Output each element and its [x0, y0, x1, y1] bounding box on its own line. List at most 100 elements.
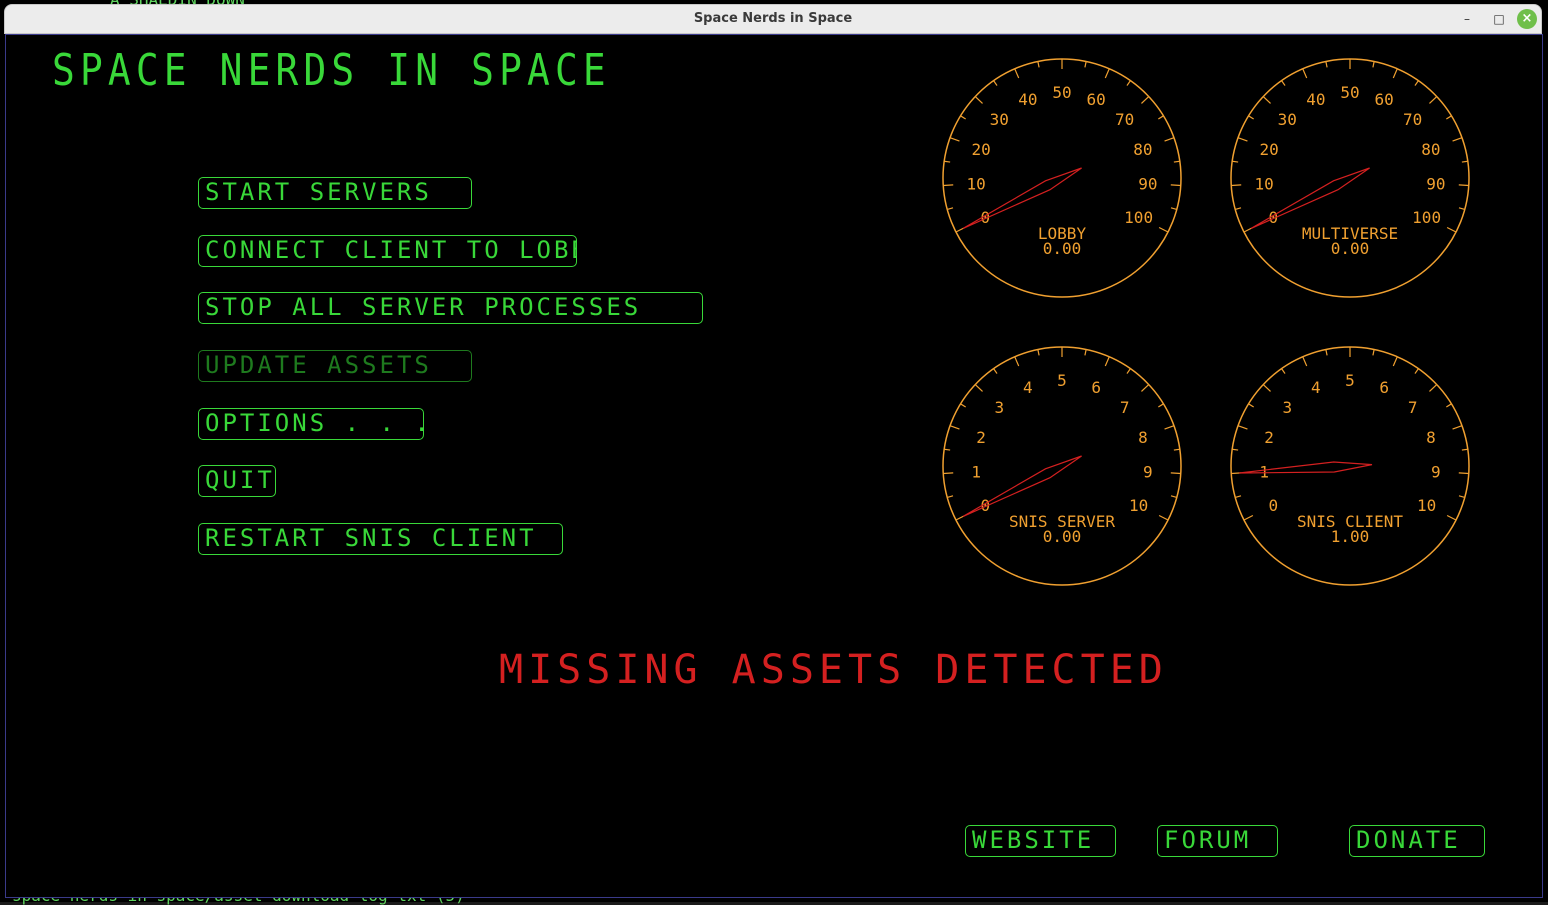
gauge-value: 0.00: [1043, 239, 1082, 258]
gauge-tick-label: 5: [1057, 371, 1067, 390]
app-canvas: SPACE NERDS IN SPACE START SERVERS CONNE…: [5, 34, 1543, 898]
gauge-tick: [1461, 448, 1468, 451]
gauge-tick: [1141, 384, 1150, 392]
gauge-tick-label: 8: [1426, 428, 1436, 447]
gauge-tick: [1232, 160, 1239, 163]
gauge-tick: [993, 368, 998, 374]
gauge-tick-label: 9: [1431, 462, 1441, 481]
gauge-tick: [1414, 80, 1419, 86]
gauge-tick-label: 70: [1115, 110, 1134, 129]
gauge-tick-label: 100: [1124, 208, 1153, 227]
gauge-tick: [1372, 61, 1375, 68]
gauge-tick: [1126, 80, 1131, 86]
gauge-tick-label: 50: [1340, 83, 1359, 102]
connect-client-button[interactable]: CONNECT CLIENT TO LOBBY: [198, 235, 577, 267]
gauge-snis-client: 01234 5 678910SNIS CLIENT1.00: [1230, 346, 1470, 586]
gauge-tick: [1104, 68, 1110, 79]
gauge-tick: [1235, 207, 1242, 210]
options-button[interactable]: OPTIONS . . .: [198, 408, 424, 440]
gauge-tick-label: 2: [976, 428, 986, 447]
gauge-tick: [960, 115, 966, 120]
gauge-tick: [1037, 349, 1040, 356]
gauge-tick-label: 10: [1129, 496, 1148, 515]
gauge-tick: [1014, 356, 1020, 367]
gauge-tick: [960, 403, 966, 408]
gauge-tick: [1446, 514, 1457, 521]
gauge-tick-label: 50: [1052, 83, 1071, 102]
missing-assets-warning: MISSING ASSETS DETECTED: [499, 647, 1168, 693]
gauge-tick: [1458, 184, 1469, 187]
gauge-tick: [1429, 96, 1438, 104]
gauge-tick: [1429, 384, 1438, 392]
gauge-tick: [1141, 96, 1150, 104]
gauge-tick: [1446, 226, 1457, 233]
quit-button[interactable]: QUIT: [198, 465, 276, 497]
close-button[interactable]: ×: [1517, 9, 1537, 29]
gauge-value: 0.00: [1331, 239, 1370, 258]
gauge-tick: [1126, 368, 1131, 374]
gauge-tick: [1158, 403, 1164, 408]
gauge-tick: [1164, 425, 1175, 430]
start-servers-button[interactable]: START SERVERS: [198, 177, 472, 209]
gauge-tick: [944, 448, 951, 451]
gauge-tick-label: 80: [1421, 140, 1440, 159]
gauge-tick-label: 10: [1255, 174, 1274, 193]
gauge-tick-label: 1: [971, 462, 981, 481]
maximize-button[interactable]: □: [1489, 9, 1509, 29]
gauge-tick-label: 10: [1417, 496, 1436, 515]
gauge-tick-label: 4: [1023, 378, 1033, 397]
gauge-tick: [1302, 68, 1308, 79]
gauge-tick: [1237, 137, 1248, 142]
gauge-tick: [1173, 448, 1180, 451]
website-button[interactable]: WEBSITE: [965, 825, 1116, 857]
gauge-tick-label: 40: [1018, 90, 1037, 109]
gauge-tick-label: 100: [1412, 208, 1441, 227]
gauge-tick: [1248, 115, 1254, 120]
gauge-tick: [1262, 96, 1271, 104]
gauge-tick: [1170, 184, 1181, 187]
donate-button[interactable]: DONATE: [1349, 825, 1485, 857]
gauge-tick: [1232, 448, 1239, 451]
gauge-tick-label: 7: [1408, 398, 1418, 417]
gauge-tick-label: 90: [1426, 174, 1445, 193]
forum-button[interactable]: FORUM: [1157, 825, 1278, 857]
gauge-tick-label: 0: [1269, 496, 1279, 515]
gauge-tick-label: 70: [1403, 110, 1422, 129]
gauge-tick-label: 9: [1143, 462, 1153, 481]
gauge-tick: [949, 137, 960, 142]
gauge-tick-label: 30: [1278, 110, 1297, 129]
gauge-tick: [1458, 495, 1465, 498]
gauge-tick: [944, 160, 951, 163]
gauge-tick-label: 2: [1264, 428, 1274, 447]
gauge-tick: [947, 495, 954, 498]
gauge-tick-label: 20: [971, 140, 990, 159]
gauge-tick-label: 20: [1259, 140, 1278, 159]
gauge-tick: [1281, 80, 1286, 86]
minimize-button[interactable]: –: [1457, 9, 1477, 29]
gauge-tick-label: 80: [1133, 140, 1152, 159]
gauge-tick: [1446, 115, 1452, 120]
gauge-tick: [1173, 160, 1180, 163]
gauge-tick: [1158, 115, 1164, 120]
gauge-tick: [1458, 472, 1469, 475]
gauge-tick: [1414, 368, 1419, 374]
stop-all-servers-button[interactable]: STOP ALL SERVER PROCESSES: [198, 292, 703, 324]
gauge-tick-label: 7: [1120, 398, 1130, 417]
app-title: SPACE NERDS IN SPACE: [52, 45, 611, 96]
gauge-tick-label: 5: [1345, 371, 1355, 390]
gauge-tick: [1235, 495, 1242, 498]
gauge-tick: [993, 80, 998, 86]
gauge-tick: [1104, 356, 1110, 367]
gauge-tick: [1262, 384, 1271, 392]
gauge-tick: [943, 184, 954, 187]
gauge-tick: [1014, 68, 1020, 79]
restart-client-button[interactable]: RESTART SNIS CLIENT: [198, 523, 563, 555]
gauge-tick: [1461, 160, 1468, 163]
gauge-tick-label: 3: [994, 398, 1004, 417]
gauge-tick-label: 6: [1379, 378, 1389, 397]
update-assets-button[interactable]: UPDATE ASSETS: [198, 350, 472, 382]
gauge-tick-label: 90: [1138, 174, 1157, 193]
gauge-tick: [1243, 514, 1254, 521]
gauge-tick: [1325, 61, 1328, 68]
window-titlebar[interactable]: Space Nerds in Space – □ ×: [4, 4, 1542, 34]
